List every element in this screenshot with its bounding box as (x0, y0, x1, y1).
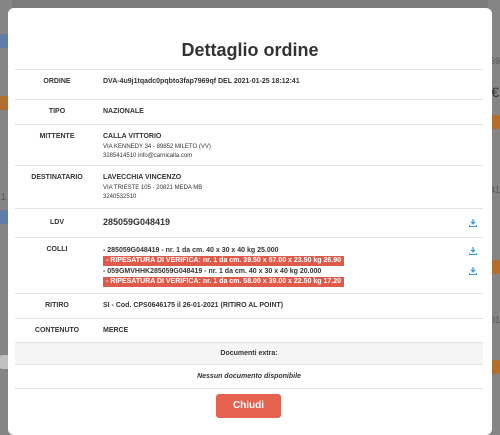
order-detail-table: ORDINE DVA-4u9j1tqadc0pqbto3fap7969qf DE… (15, 69, 483, 389)
collo-line: - 285059G048419 - nr. 1 da cm. 40 x 30 x… (103, 247, 279, 254)
download-ldv-icon[interactable] (469, 219, 477, 227)
contenuto-label: CONTENUTO (34, 327, 80, 334)
row-ldv: LDV 285059G048419 (15, 209, 483, 238)
colli-label: COLLI (46, 246, 68, 253)
row-ordine: ORDINE DVA-4u9j1tqadc0pqbto3fap7969qf DE… (15, 70, 483, 100)
mittente-name: CALLA VITTORIO (103, 133, 162, 140)
row-ritiro: RITIRO SI - Cod. CPS0646175 il 26-01-202… (15, 294, 483, 319)
order-detail-modal: Dettaglio ordine ORDINE DVA-4u9j1tqadc0p… (8, 8, 492, 435)
contenuto-value: MERCE (103, 327, 129, 334)
ritiro-label: RITIRO (45, 302, 69, 309)
ldv-label: LDV (50, 219, 64, 226)
download-collo-icon[interactable] (469, 267, 477, 275)
destinatario-value: LAVECCHIA VINCENZO VIA TRIESTE 105 - 208… (99, 166, 483, 208)
background-euro-fragment: € (491, 84, 499, 100)
collo-line: - 059GMVHHK285059G048419 - nr. 1 da cm. … (103, 268, 322, 275)
row-colli: COLLI - 285059G048419 - nr. 1 da cm. 40 … (15, 238, 483, 294)
close-button[interactable]: Chiudi (216, 394, 281, 418)
mittente-address: VIA KENNEDY 34 - 89852 MILETO (VV) (103, 144, 211, 150)
colli-value: - 285059G048419 - nr. 1 da cm. 40 x 30 x… (99, 238, 483, 293)
destinatario-label: DESTINATARIO (31, 174, 83, 181)
ldv-cell: 285059G048419 (99, 209, 483, 237)
row-mittente: MITTENTE CALLA VITTORIO VIA KENNEDY 34 -… (15, 125, 483, 166)
destinatario-address: VIA TRIESTE 105 - 20821 MEDA MB (103, 185, 203, 191)
mittente-value: CALLA VITTORIO VIA KENNEDY 34 - 89852 MI… (99, 125, 483, 165)
download-collo-icon[interactable] (469, 247, 477, 255)
nessun-documento-text: Nessun documento disponibile (15, 365, 483, 389)
modal-title: Dettaglio ordine (181, 40, 319, 60)
destinatario-name: LAVECCHIA VINCENZO (103, 174, 182, 181)
row-contenuto: CONTENUTO MERCE (15, 319, 483, 343)
background-digit: 1 (1, 192, 7, 202)
row-destinatario: DESTINATARIO LAVECCHIA VINCENZO VIA TRIE… (15, 166, 483, 209)
ordine-value: DVA-4u9j1tqadc0pqbto3fap7969qf DEL 2021-… (103, 78, 300, 85)
destinatario-phone: 3240532510 (103, 194, 137, 200)
ordine-label: ORDINE (43, 78, 71, 85)
mittente-contact: 3285414510 info@carnicalla.com (103, 153, 193, 159)
documenti-extra-header: Documenti extra: (15, 343, 483, 365)
mittente-label: MITTENTE (39, 133, 75, 140)
tipo-value: NAZIONALE (103, 108, 144, 115)
row-tipo: TIPO NAZIONALE (15, 100, 483, 125)
tipo-label: TIPO (48, 108, 66, 115)
ritiro-value: SI - Cod. CPS0646175 il 26-01-2021 (RITI… (103, 302, 284, 309)
ripesatura-verifica: - RIPESATURA DI VERIFICA: nr. 1 da cm. 3… (103, 256, 344, 266)
ripesatura-verifica: - RIPESATURA DI VERIFICA: nr. 1 da cm. 5… (103, 277, 344, 287)
ldv-value: 285059G048419 (103, 217, 171, 227)
